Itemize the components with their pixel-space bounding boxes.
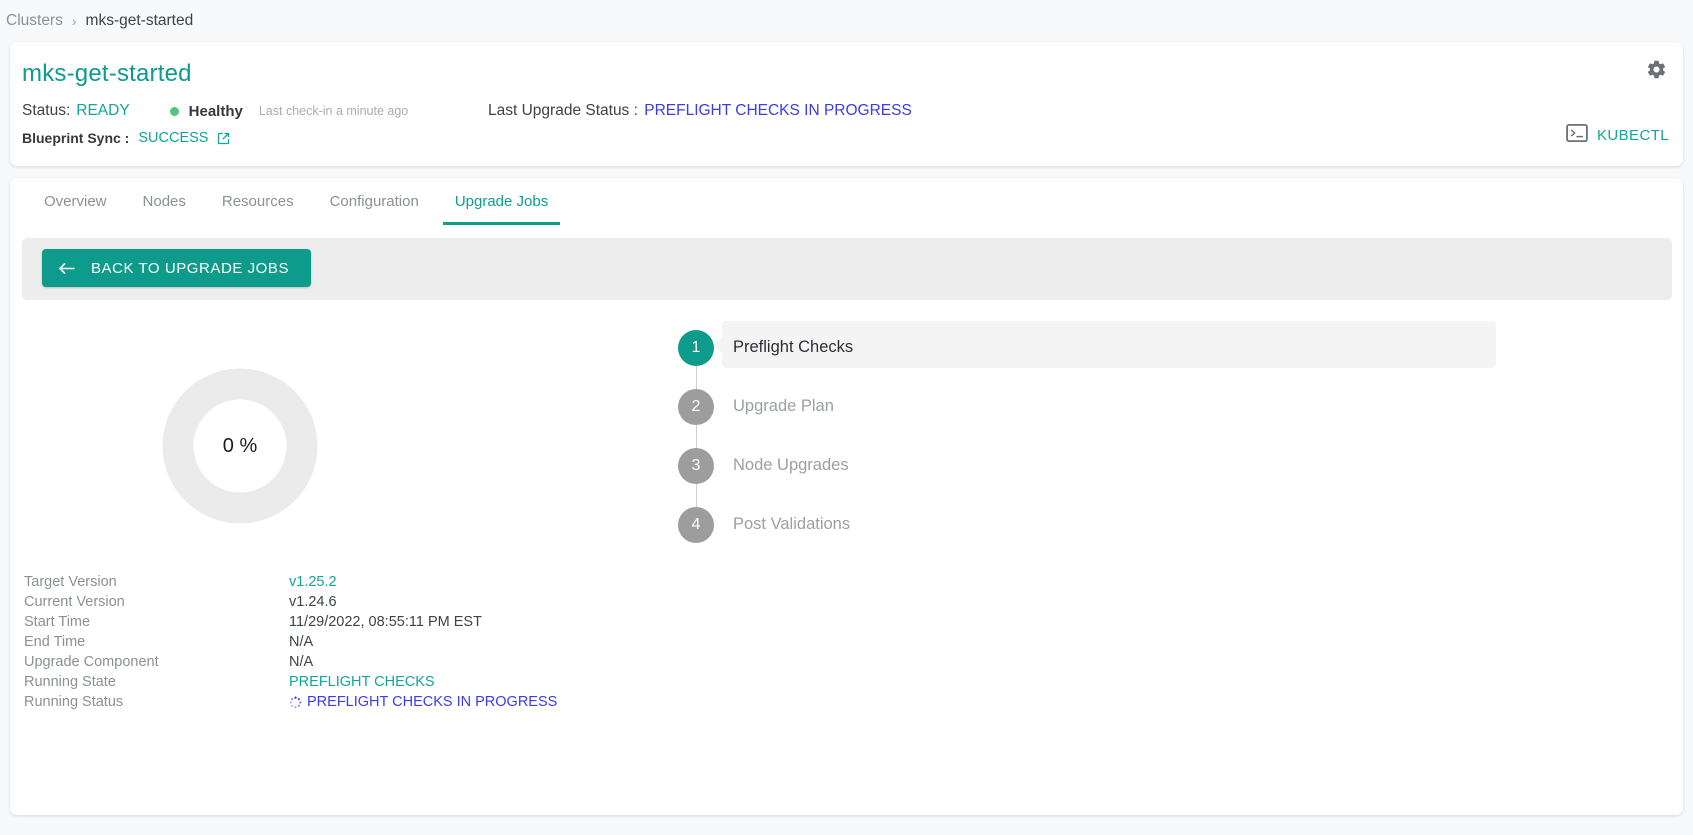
tab-overview[interactable]: Overview xyxy=(26,178,125,225)
detail-key: Running Status xyxy=(24,694,124,710)
breadcrumb-separator-icon: › xyxy=(71,13,77,29)
detail-value: v1.24.6 xyxy=(289,594,337,610)
page-title: mks-get-started xyxy=(22,60,192,87)
detail-key: Start Time xyxy=(24,614,91,630)
detail-key: Target Version xyxy=(24,574,117,590)
step-number-badge: 4 xyxy=(678,506,714,543)
toolbar: BACK TO UPGRADE JOBS xyxy=(22,238,1672,300)
arrow-left-icon xyxy=(58,262,75,275)
blueprint-sync-row: Blueprint Sync : SUCCESS xyxy=(22,130,231,146)
blueprint-sync-label: Blueprint Sync : xyxy=(22,130,130,146)
step-label: Upgrade Plan xyxy=(733,397,834,415)
detail-key: Upgrade Component xyxy=(24,654,159,670)
upgrade-job-card: Overview Nodes Resources Configuration U… xyxy=(10,178,1683,815)
detail-value: PREFLIGHT CHECKS xyxy=(289,674,435,690)
spinner-icon xyxy=(289,696,302,709)
step-number-badge: 1 xyxy=(678,329,714,366)
kubectl-label: KUBECTL xyxy=(1597,127,1669,144)
detail-row-end-time: End Time N/A xyxy=(24,632,557,652)
step-number-badge: 3 xyxy=(678,447,714,484)
detail-value: PREFLIGHT CHECKS IN PROGRESS xyxy=(307,694,558,710)
tab-resources[interactable]: Resources xyxy=(204,178,312,225)
external-link-icon[interactable] xyxy=(216,131,231,146)
terminal-icon xyxy=(1566,124,1588,147)
tab-nodes[interactable]: Nodes xyxy=(125,178,204,225)
step-upgrade-plan[interactable]: 2 Upgrade Plan xyxy=(678,377,1578,465)
health-text: Healthy xyxy=(188,102,243,120)
last-upgrade-status-label: Last Upgrade Status : xyxy=(488,102,638,119)
upgrade-details-list: Target Version v1.25.2 Current Version v… xyxy=(24,572,557,712)
detail-value: 11/29/2022, 08:55:11 PM EST xyxy=(289,614,482,630)
health-dot-icon xyxy=(169,106,179,116)
status-row: Status: READY Healthy Last check-in a mi… xyxy=(22,102,408,120)
detail-key: Running State xyxy=(24,674,116,690)
progress-percent-label: 0 % xyxy=(222,434,258,457)
detail-value: v1.25.2 xyxy=(289,574,337,590)
last-upgrade-status-row: Last Upgrade Status : PREFLIGHT CHECKS I… xyxy=(488,102,912,120)
back-to-upgrade-jobs-button[interactable]: BACK TO UPGRADE JOBS xyxy=(42,249,311,287)
detail-row-running-status: Running Status PREFLIGHT CHECKS IN PROGR… xyxy=(24,692,557,712)
kubectl-button[interactable]: KUBECTL xyxy=(1566,124,1669,147)
tab-upgrade-jobs[interactable]: Upgrade Jobs xyxy=(437,178,566,225)
back-button-label: BACK TO UPGRADE JOBS xyxy=(91,259,289,277)
step-node-upgrades[interactable]: 3 Node Upgrades xyxy=(678,436,1578,524)
detail-row-upgrade-component: Upgrade Component N/A xyxy=(24,652,557,672)
step-label: Preflight Checks xyxy=(733,338,854,356)
blueprint-sync-value: SUCCESS xyxy=(138,130,209,146)
breadcrumb-clusters[interactable]: Clusters xyxy=(6,12,63,30)
detail-key: End Time xyxy=(24,634,86,650)
last-checkin-text: Last check-in a minute ago xyxy=(258,104,409,118)
detail-value-wrap: PREFLIGHT CHECKS IN PROGRESS xyxy=(289,694,557,710)
upgrade-stepper: 1 Preflight Checks 2 Upgrade Plan 3 Node… xyxy=(678,318,1578,554)
detail-value: N/A xyxy=(289,654,314,670)
cluster-header-card: mks-get-started Status: READY Healthy La… xyxy=(10,42,1683,166)
detail-value: N/A xyxy=(289,634,314,650)
detail-row-running-state: Running State PREFLIGHT CHECKS xyxy=(24,672,557,692)
gear-icon[interactable] xyxy=(1643,56,1669,82)
step-post-validations[interactable]: 4 Post Validations xyxy=(678,495,1578,554)
breadcrumb: Clusters › mks-get-started xyxy=(0,0,1693,42)
detail-row-start-time: Start Time 11/29/2022, 08:55:11 PM EST xyxy=(24,612,557,632)
step-number-badge: 2 xyxy=(678,388,714,425)
status-label: Status: xyxy=(22,102,71,119)
tab-bar: Overview Nodes Resources Configuration U… xyxy=(10,178,1683,225)
last-upgrade-status-value: PREFLIGHT CHECKS IN PROGRESS xyxy=(644,102,912,119)
tab-configuration[interactable]: Configuration xyxy=(312,178,437,225)
detail-row-current-version: Current Version v1.24.6 xyxy=(24,592,557,612)
step-preflight-checks[interactable]: 1 Preflight Checks xyxy=(678,318,1578,406)
progress-donut: 0 % xyxy=(162,368,318,524)
step-label: Node Upgrades xyxy=(733,456,849,474)
status-value: READY xyxy=(76,102,130,119)
detail-row-target-version: Target Version v1.25.2 xyxy=(24,572,557,592)
step-label: Post Validations xyxy=(733,515,851,533)
detail-key: Current Version xyxy=(24,594,125,610)
breadcrumb-current: mks-get-started xyxy=(85,12,194,29)
